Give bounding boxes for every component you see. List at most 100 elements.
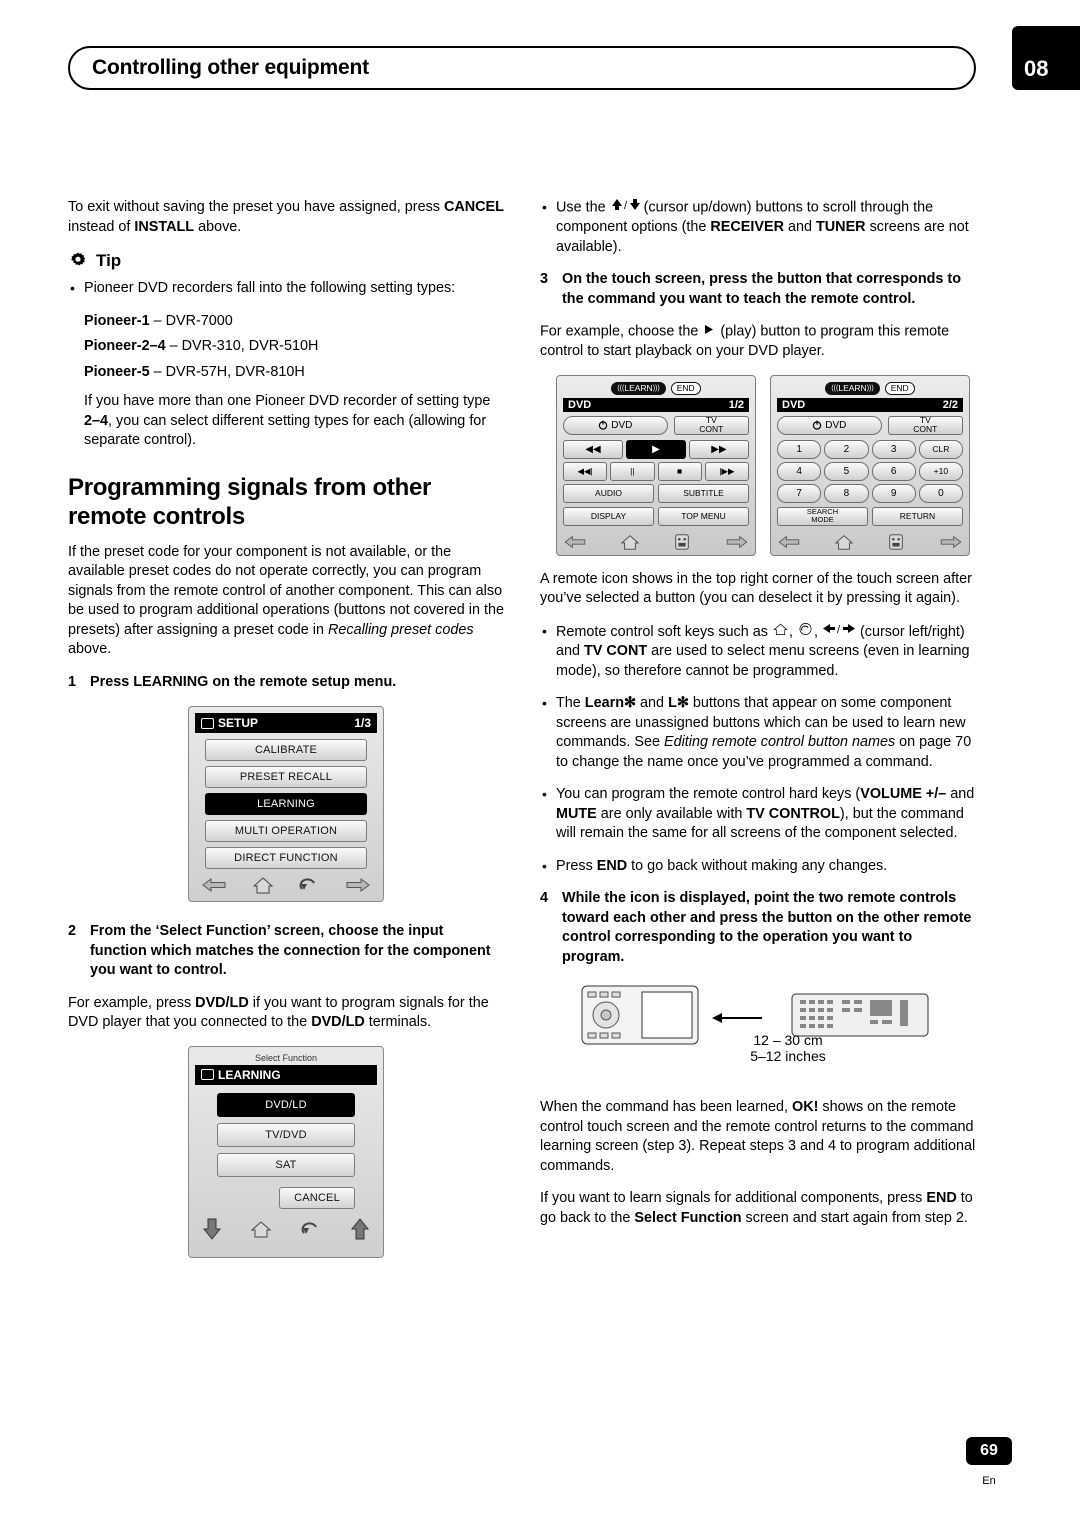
num-key-9[interactable]: 9: [871, 483, 916, 503]
audio-button[interactable]: AUDIO: [563, 483, 654, 503]
touchscreen-2-header: DVD 2/2: [777, 397, 963, 412]
right-bullets: Remote control soft keys such as , , / (…: [540, 622, 976, 877]
left-column: To exit without saving the preset you ha…: [68, 198, 504, 1261]
arrow-left-icon[interactable]: [201, 876, 227, 894]
tip-note: If you have more than one Pioneer DVD re…: [68, 392, 504, 451]
cont-label-1: CONT: [699, 424, 724, 435]
num-key-5[interactable]: 5: [824, 461, 869, 481]
end-a: Press: [556, 857, 597, 874]
return-icon[interactable]: [300, 1219, 322, 1239]
tip-bullet-list: Pioneer DVD recorders fall into the foll…: [68, 279, 504, 299]
arrow-right-icon[interactable]: [939, 534, 963, 550]
type-models-2: – DVR-310, DVR-510H: [169, 338, 319, 354]
home-icon[interactable]: [620, 533, 640, 551]
num-key-6[interactable]: 6: [871, 461, 916, 481]
home-icon[interactable]: [834, 533, 854, 551]
plus10-key[interactable]: +10: [918, 461, 963, 481]
num-key-2[interactable]: 2: [824, 439, 869, 459]
setup-screen-titlebar: SETUP 1/3: [195, 713, 377, 733]
num-key-4[interactable]: 4: [777, 461, 822, 481]
fastforward-button[interactable]: ▶▶: [689, 439, 749, 459]
arrow-down-icon[interactable]: [201, 1217, 223, 1241]
home-icon[interactable]: [250, 1219, 272, 1239]
learning-screen-title: LEARNING: [218, 1067, 281, 1082]
top-menu-button[interactable]: TOP MENU: [658, 506, 749, 526]
stop-button[interactable]: ■: [657, 461, 702, 481]
function-item-dvdld[interactable]: DVD/LD: [217, 1092, 355, 1117]
exit-note-d: above.: [194, 218, 242, 235]
section-intro: If the preset code for your component is…: [68, 543, 504, 660]
setup-item-learning[interactable]: LEARNING: [205, 793, 367, 815]
power-dvd-button-2[interactable]: DVD: [777, 415, 882, 435]
step-1-number: 1: [68, 673, 77, 690]
end-button-1[interactable]: END: [670, 381, 701, 395]
tuner-keyword: TUNER: [816, 219, 866, 236]
tv-cont-button-2[interactable]: TV CONT: [887, 415, 963, 435]
step-4-text: While the icon is displayed, point the t…: [562, 890, 972, 965]
right-column: Use the / (cursor up/down) buttons to sc…: [540, 198, 976, 1241]
select-function-keyword: Select Function: [634, 1209, 742, 1226]
next-button[interactable]: |▶▶: [704, 461, 749, 481]
learn-indicator-1: ((( LEARN ))): [611, 381, 666, 395]
end-button-2[interactable]: END: [884, 381, 915, 395]
svg-text:/: /: [837, 624, 841, 635]
cursor-updown-icon: /: [610, 198, 640, 218]
subtitle-button[interactable]: SUBTITLE: [658, 483, 749, 503]
home-icon[interactable]: [252, 875, 274, 895]
install-keyword: INSTALL: [134, 218, 195, 235]
select-function-caption: Select Function: [254, 1052, 318, 1063]
type-name-2: Pioneer-2–4: [84, 338, 166, 354]
arrow-left-icon[interactable]: [563, 534, 587, 550]
remote-icon[interactable]: [886, 533, 906, 551]
section-heading: Programming signals from other remote co…: [68, 473, 432, 530]
arrow-up-icon[interactable]: [349, 1217, 371, 1241]
touchscreen-figure: ((( LEARN ))) END DVD 1/2 DVD TV CONT ◀◀: [556, 374, 976, 556]
function-item-tvdvd[interactable]: TV/DVD: [217, 1122, 355, 1147]
page-title: Controlling other equipment: [92, 56, 369, 79]
learn-c: and: [636, 695, 669, 712]
num-key-3[interactable]: 3: [871, 439, 916, 459]
rewind-button[interactable]: ◀◀: [563, 439, 623, 459]
cancel-button[interactable]: CANCEL: [279, 1186, 355, 1209]
section-intro-ref: Recalling preset codes: [327, 621, 474, 638]
tv-cont-button-1[interactable]: TV CONT: [673, 415, 749, 435]
num-key-1[interactable]: 1: [777, 439, 822, 459]
hard-a: You can program the remote control hard …: [556, 786, 861, 803]
remote-icon[interactable]: [672, 533, 692, 551]
power-dvd-button-1[interactable]: DVD: [563, 415, 668, 435]
step-4-number: 4: [540, 890, 549, 907]
mute-keyword: MUTE: [556, 805, 597, 822]
additional-components-para: If you want to learn signals for additio…: [540, 1189, 976, 1228]
clr-key[interactable]: CLR: [918, 439, 963, 459]
arrow-right-icon[interactable]: [725, 534, 749, 550]
num-key-7[interactable]: 7: [777, 483, 822, 503]
touchscreen-2-navbar: [777, 530, 963, 551]
pause-button[interactable]: ||: [610, 461, 655, 481]
touchscreen-1-topbar: ((( LEARN ))) END: [563, 381, 749, 395]
step-2-number: 2: [68, 923, 77, 939]
num-key-8[interactable]: 8: [824, 483, 869, 503]
power-dvd-label-1: DVD: [611, 419, 633, 431]
scroll-bullet: Use the / (cursor up/down) buttons to sc…: [540, 198, 976, 257]
arrow-right-icon[interactable]: [345, 876, 371, 894]
return-button[interactable]: RETURN: [872, 506, 963, 526]
num-key-0[interactable]: 0: [918, 483, 963, 503]
play-button[interactable]: ▶: [626, 439, 686, 459]
display-button[interactable]: DISPLAY: [563, 506, 654, 526]
return-icon: [797, 622, 814, 643]
function-item-sat[interactable]: SAT: [217, 1152, 355, 1177]
cont-label-2: CONT: [913, 424, 938, 435]
dvdld-keyword-2: DVD/LD: [311, 1014, 365, 1030]
previous-button[interactable]: ◀◀|: [563, 461, 608, 481]
search-mode-button[interactable]: SEARCH MODE: [777, 506, 868, 526]
setup-item-calibrate[interactable]: CALIBRATE: [205, 739, 367, 761]
touchscreen-1-page: 1/2: [728, 398, 744, 411]
setup-item-multi-operation[interactable]: MULTI OPERATION: [205, 820, 367, 842]
touchscreen-1-header: DVD 1/2: [563, 397, 749, 412]
setup-item-preset-recall[interactable]: PRESET RECALL: [205, 766, 367, 788]
arrow-left-icon[interactable]: [777, 534, 801, 550]
setup-item-direct-function[interactable]: DIRECT FUNCTION: [205, 847, 367, 869]
cancel-keyword: CANCEL: [443, 199, 504, 215]
tip-note-type: 2–4: [84, 412, 109, 429]
return-icon[interactable]: [298, 875, 320, 895]
